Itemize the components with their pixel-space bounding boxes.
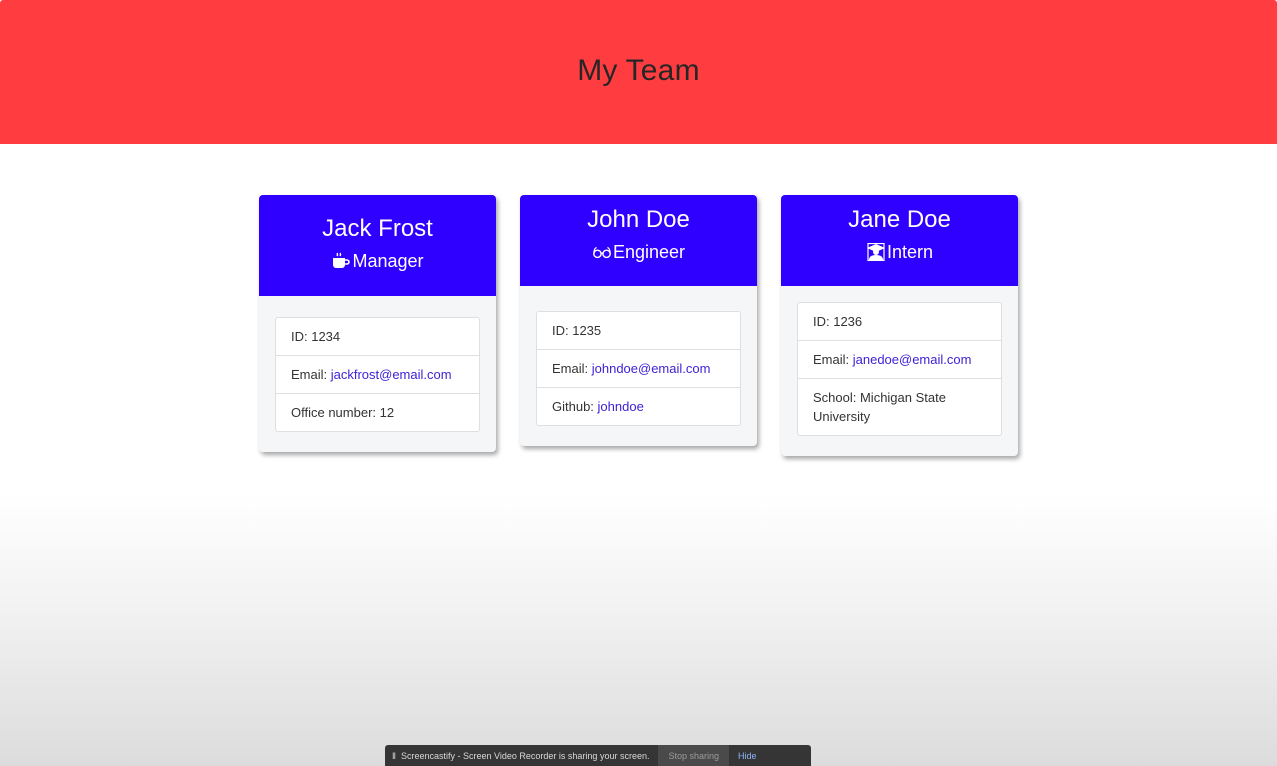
stop-sharing-button[interactable]: Stop sharing [658,745,730,766]
card-body: ID: 1236 Email: janedoe@email.com School… [781,286,1018,456]
employee-role: Engineer [520,240,757,264]
email-label: Email: [552,361,592,376]
card-body: ID: 1234 Email: jackfrost@email.com Offi… [259,296,496,452]
role-label: Intern [886,242,934,262]
email-label: Email: [291,367,331,382]
email-link[interactable]: jackfrost@email.com [331,367,452,382]
role-label: Manager [352,251,424,271]
pause-icon: II [392,750,396,761]
employee-email: Email: johndoe@email.com [537,350,740,388]
card-header: Jane Doe Intern [781,195,1018,286]
employee-card-engineer: John Doe Engineer ID: 1235 Email: johndo… [520,195,757,446]
team-cards: Jack Frost Manager ID: 1234 Email: jackf… [259,195,1018,456]
hide-button[interactable]: Hide [738,751,757,761]
employee-card-manager: Jack Frost Manager ID: 1234 Email: jackf… [259,195,496,452]
employee-name: Jack Frost [322,215,433,242]
mug-icon [333,252,351,268]
employee-email: Email: jackfrost@email.com [276,356,479,394]
card-header: Jack Frost Manager [259,195,496,296]
card-body: ID: 1235 Email: johndoe@email.com Github… [520,286,757,446]
employee-role: Intern [781,240,1018,264]
email-link[interactable]: janedoe@email.com [853,352,972,367]
employee-id: ID: 1234 [276,318,479,356]
email-link[interactable]: johndoe@email.com [592,361,711,376]
screen-share-bar: II Screencastify - Screen Video Recorder… [385,745,811,766]
graduate-icon [866,243,885,261]
employee-id: ID: 1236 [798,303,1001,341]
employee-name: Jane Doe [848,206,951,233]
github: Github: johndoe [537,388,740,425]
school: School: Michigan State University [813,390,946,424]
page-header: My Team [0,0,1277,144]
employee-email: Email: janedoe@email.com [798,341,1001,379]
info-list: ID: 1236 Email: janedoe@email.com School… [797,302,1002,436]
role-label: Engineer [612,242,686,262]
share-message: Screencastify - Screen Video Recorder is… [401,750,650,761]
card-header: John Doe Engineer [520,195,757,286]
github-link[interactable]: johndoe [598,399,644,414]
employee-card-intern: Jane Doe Intern ID: 1236 Email: janedoe@… [781,195,1018,456]
info-list: ID: 1234 Email: jackfrost@email.com Offi… [275,317,480,432]
office-number: Office number: 12 [291,405,395,420]
employee-role: Manager [259,249,496,273]
employee-id: ID: 1235 [537,312,740,350]
page-title: My Team [577,53,700,87]
employee-name: John Doe [587,206,690,233]
info-list: ID: 1235 Email: johndoe@email.com Github… [536,311,741,426]
github-label: Github: [552,399,598,414]
glasses-icon [593,246,611,259]
email-label: Email: [813,352,853,367]
